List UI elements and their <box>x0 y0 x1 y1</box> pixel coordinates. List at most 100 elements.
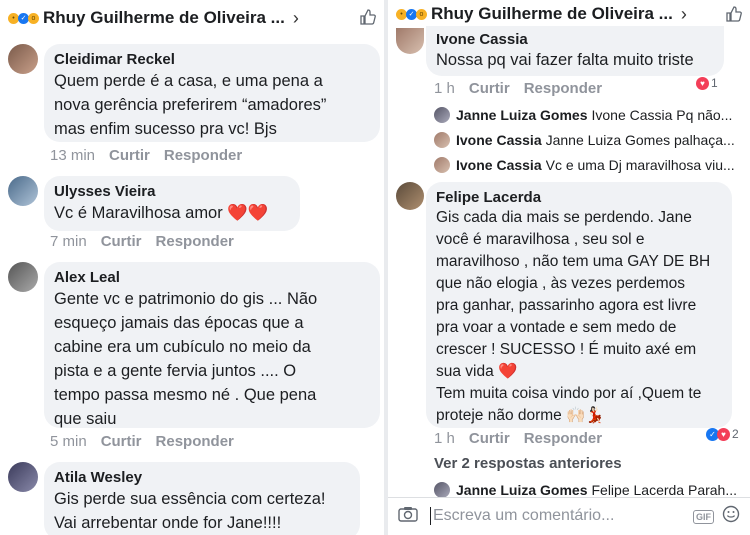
comment-input[interactable]: Escreva um comentário... <box>430 507 693 526</box>
post-author-title[interactable]: Rhuy Guilherme de Oliveira ... <box>43 8 285 28</box>
right-screenshot-panel: • ✓ o Rhuy Guilherme de Oliveira ... › I… <box>388 0 750 535</box>
comment-text-line: Vc é Maravilhosa amor ❤️❤️ <box>54 204 269 222</box>
heart-reaction-icon: ♥ <box>717 427 730 441</box>
comment-text-line: Gis perde sua essência com certeza! <box>54 490 326 508</box>
reply-preview[interactable]: Janne Luiza Gomes Ivone Cassia Pq não... <box>434 103 744 127</box>
comment-text-line: esqueço jamais das épocas que a <box>54 314 304 332</box>
thumbs-up-icon[interactable] <box>726 6 742 27</box>
comment-author[interactable]: Felipe Lacerda <box>436 188 722 207</box>
reply-author: Janne Luiza Gomes <box>456 482 588 498</box>
smile-icon[interactable] <box>722 505 740 528</box>
comment-time: 1 h <box>434 430 455 447</box>
avatar[interactable] <box>8 262 38 292</box>
comment-author[interactable]: Ulysses Vieira <box>54 182 290 201</box>
comment-time: 1 h <box>434 80 455 97</box>
like-button[interactable]: Curtir <box>101 233 142 250</box>
reply-button[interactable]: Responder <box>524 80 602 97</box>
text-caret <box>430 507 431 526</box>
reply-text: Vc e uma Dj maravilhosa viu... <box>545 157 735 173</box>
comment-bubble: Alex Leal Gente vc e patrimonio do gis .… <box>44 262 380 428</box>
comment-text-line: Gente vc e patrimonio do gis ... Não <box>54 290 318 308</box>
comment-text-line: que não elogia , às vezes perdemos <box>436 275 686 292</box>
comment-reaction-count[interactable]: ✓ ♥ 2 <box>706 427 739 441</box>
chevron-right-icon[interactable]: › <box>681 4 687 25</box>
reply-button[interactable]: Responder <box>156 433 234 450</box>
post-header: • ✓ o Rhuy Guilherme de Oliveira ... › <box>388 0 750 28</box>
reply-author: Janne Luiza Gomes <box>456 107 588 123</box>
comment-actions: 1 h Curtir Responder <box>434 430 602 447</box>
comment-author[interactable]: Cleidimar Reckel <box>54 50 370 69</box>
comment-text-line: proteje não dorme 🙌🏻💃🏻 <box>436 407 605 424</box>
avatar[interactable] <box>396 182 424 210</box>
heart-reaction-icon: ♥ <box>696 76 709 90</box>
thumbs-up-icon[interactable] <box>360 9 376 30</box>
header-reactions: • ✓ o <box>8 12 39 24</box>
comment-text-line: Vai arrebentar onde for Jane!!!! <box>54 514 282 532</box>
reply-button[interactable]: Responder <box>524 430 602 447</box>
comment-actions: 5 min Curtir Responder <box>50 433 234 450</box>
gif-button[interactable]: GIF <box>693 509 714 524</box>
comment-text-line: pra ganhar, passarinho agora est livre <box>436 297 697 314</box>
comment-reaction-count[interactable]: ♥ 1 <box>696 76 718 90</box>
post-header: • ✓ o Rhuy Guilherme de Oliveira ... › <box>0 0 384 36</box>
comment-bubble: Ulysses Vieira Vc é Maravilhosa amor ❤️❤… <box>44 176 300 231</box>
comment-bubble: Atila Wesley Gis perde sua essência com … <box>44 462 360 535</box>
avatar[interactable] <box>8 462 38 492</box>
avatar[interactable] <box>8 176 38 206</box>
comment-text-line: Gis cada dia mais se perdendo. Jane <box>436 209 692 226</box>
comment-actions: 7 min Curtir Responder <box>50 233 234 250</box>
reply-text: Felipe Lacerda Parah... <box>591 482 738 498</box>
comment-text-line: tempo passa mesmo né . Que pena <box>54 386 317 404</box>
wow-reaction-icon: o <box>416 8 427 20</box>
comment-author[interactable]: Ivone Cassia <box>436 32 714 48</box>
post-author-title[interactable]: Rhuy Guilherme de Oliveira ... <box>431 4 673 24</box>
reply-button[interactable]: Responder <box>164 147 242 164</box>
comment-text-line: Quem perde é a casa, e uma pena a <box>54 72 323 90</box>
avatar <box>434 107 450 123</box>
avatar <box>434 132 450 148</box>
comment-bubble: Felipe Lacerda Gis cada dia mais se perd… <box>426 182 732 428</box>
like-button[interactable]: Curtir <box>469 80 510 97</box>
reply-author: Ivone Cassia <box>456 157 542 173</box>
header-reactions: • ✓ o <box>396 8 427 20</box>
comment-text-line: nova gerência preferirem “amadores” <box>54 96 327 114</box>
comment-bubble: Cleidimar Reckel Quem perde é a casa, e … <box>44 44 380 142</box>
comment-author[interactable]: Atila Wesley <box>54 468 350 487</box>
comment-text-line: pra voar a vontade e sem medo de <box>436 319 677 336</box>
like-button[interactable]: Curtir <box>109 147 150 164</box>
reply-preview[interactable]: Ivone Cassia Janne Luiza Gomes palhaça..… <box>434 128 744 152</box>
reply-button[interactable]: Responder <box>156 233 234 250</box>
comment-time: 7 min <box>50 233 87 250</box>
comment-author[interactable]: Alex Leal <box>54 268 370 287</box>
comment-text-line: mas enfim sucesso pra vc! Bjs <box>54 120 277 138</box>
comment-text-line: cabine era um cubículo no meio da <box>54 338 311 356</box>
like-button[interactable]: Curtir <box>101 433 142 450</box>
comment-actions: 13 min Curtir Responder <box>50 147 242 164</box>
chevron-right-icon[interactable]: › <box>293 8 299 29</box>
view-previous-replies-link[interactable]: Ver 2 respostas anteriores <box>434 455 622 472</box>
comment-actions: 1 h Curtir Responder <box>434 80 602 97</box>
wow-reaction-icon: o <box>28 12 39 24</box>
reply-text: Ivone Cassia Pq não... <box>591 107 733 123</box>
comment-text-line: maravilhoso , não tem uma GAY DE BH <box>436 253 711 270</box>
reply-author: Ivone Cassia <box>456 132 542 148</box>
like-button[interactable]: Curtir <box>469 430 510 447</box>
comment-composer: Escreva um comentário... GIF <box>388 497 750 535</box>
comment-text-line: você é maravilhosa , seu sol e <box>436 231 645 248</box>
reply-preview[interactable]: Ivone Cassia Vc e uma Dj maravilhosa viu… <box>434 153 744 177</box>
avatar[interactable] <box>396 28 424 54</box>
avatar[interactable] <box>8 44 38 74</box>
comment-text-line: Nossa pq vai fazer falta muito triste <box>436 51 694 69</box>
avatar <box>434 157 450 173</box>
avatar <box>434 482 450 498</box>
comment-time: 5 min <box>50 433 87 450</box>
comment-text-line: crescer ! SUCESSO ! É muito axé em <box>436 341 697 358</box>
comment-text-line: sua vida ❤️ <box>436 363 518 380</box>
left-screenshot-panel: • ✓ o Rhuy Guilherme de Oliveira ... › C… <box>0 0 384 535</box>
reply-text: Janne Luiza Gomes palhaça... <box>545 132 735 148</box>
comment-text-line: que saiu <box>54 410 117 428</box>
camera-icon[interactable] <box>398 506 418 527</box>
comment-text-line: pista e a gente fervia juntos .... O <box>54 362 297 380</box>
comment-text-line: Tem muita coisa vindo por aí ,Quem te <box>436 385 702 402</box>
comment-bubble: Ivone Cassia Nossa pq vai fazer falta mu… <box>426 26 724 76</box>
